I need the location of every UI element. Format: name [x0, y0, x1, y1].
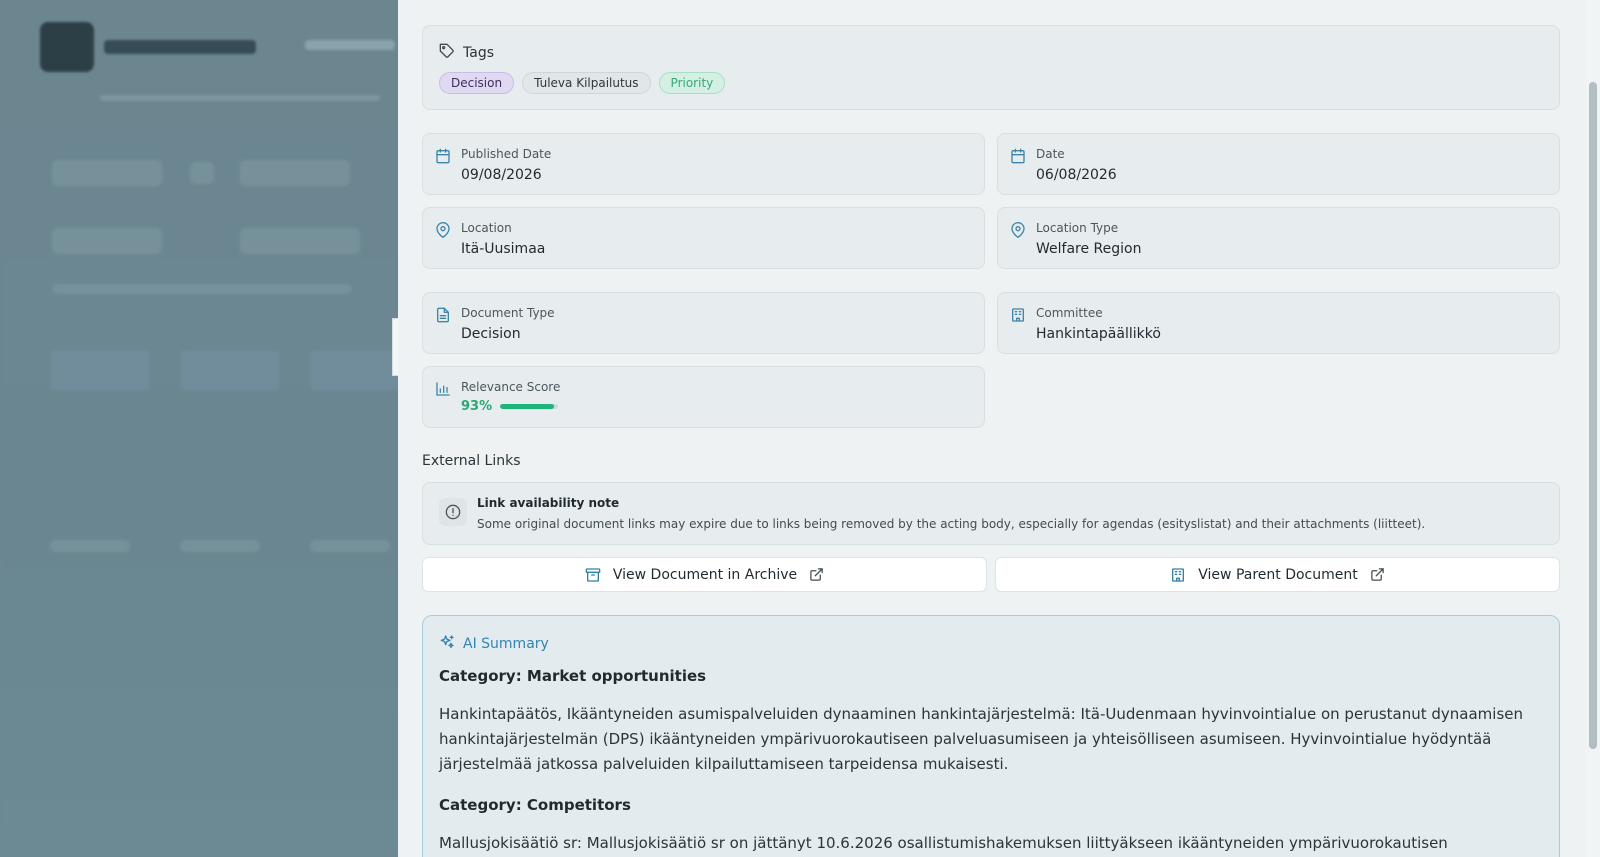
document-type-field: Document Type Decision	[422, 292, 985, 354]
link-availability-note: Link availability note Some original doc…	[422, 482, 1560, 545]
app-nav	[305, 40, 395, 50]
sparkles-icon	[439, 634, 455, 654]
published-date-value: 09/08/2026	[461, 167, 542, 183]
document-type-value: Decision	[461, 326, 521, 342]
filter-block	[52, 284, 352, 294]
tags-card: Tags Decision Tuleva Kilpailutus Priorit…	[422, 25, 1560, 110]
bar-chart-icon	[435, 381, 451, 397]
view-parent-document-label: View Parent Document	[1198, 566, 1358, 583]
drawer-scrollbar[interactable]	[1586, 0, 1600, 857]
location-type-label: Location Type	[1036, 221, 1119, 235]
table-cell	[50, 540, 130, 552]
relevance-score-field: Relevance Score 93%	[422, 366, 985, 428]
table-cell	[180, 540, 260, 552]
published-date-field: Published Date 09/08/2026	[422, 133, 985, 195]
document-type-label: Document Type	[461, 306, 555, 320]
tags-heading: Tags	[439, 43, 494, 63]
location-label: Location	[461, 221, 512, 235]
location-value: Itä-Uusimaa	[461, 241, 546, 257]
date-label: Date	[1036, 147, 1065, 161]
summary-paragraph-competitors: Mallusjokisäätiö sr: Mallusjokisäätiö sr…	[439, 834, 1448, 852]
date-field: Date 06/08/2026	[997, 133, 1560, 195]
filter-block	[52, 228, 162, 254]
ai-summary-card: AI Summary Category: Market opportunitie…	[422, 615, 1560, 857]
date-value: 06/08/2026	[1036, 167, 1117, 183]
tag-tuleva-kilpailutus[interactable]: Tuleva Kilpailutus	[522, 72, 651, 94]
summary-category-market: Category: Market opportunities	[439, 667, 707, 685]
location-field: Location Itä-Uusimaa	[422, 207, 985, 269]
note-title: Link availability note	[477, 496, 620, 510]
tag-icon	[439, 43, 455, 63]
background-app	[0, 0, 400, 857]
note-text: Some original document links may expire …	[477, 517, 1426, 531]
calendar-icon	[435, 148, 451, 164]
view-parent-document-button[interactable]: View Parent Document	[995, 557, 1560, 592]
table-header	[180, 350, 280, 390]
ai-summary-label: AI Summary	[463, 636, 549, 652]
relevance-score-bar	[500, 404, 559, 409]
view-document-archive-label: View Document in Archive	[612, 566, 798, 583]
tag-list: Decision Tuleva Kilpailutus Priority	[439, 72, 726, 94]
table-header	[50, 350, 150, 390]
tags-label: Tags	[463, 45, 494, 61]
filter-block	[52, 160, 162, 186]
table-header	[310, 350, 400, 390]
external-links-heading: External Links	[422, 453, 521, 469]
filter-block	[240, 160, 350, 186]
relevance-score-fill	[500, 404, 555, 409]
building-icon	[1010, 307, 1026, 323]
document-details-drawer: Tags Decision Tuleva Kilpailutus Priorit…	[398, 0, 1600, 857]
map-pin-icon	[1010, 222, 1026, 238]
relevance-score-label: Relevance Score	[461, 380, 561, 394]
summary-category-competitors: Category: Competitors	[439, 796, 631, 814]
app-logo-text	[104, 40, 256, 54]
archive-icon	[585, 567, 601, 583]
tag-priority[interactable]: Priority	[658, 72, 726, 94]
published-date-label: Published Date	[461, 147, 552, 161]
tag-decision[interactable]: Decision	[439, 72, 515, 94]
filter-block	[190, 162, 214, 184]
app-logo	[40, 22, 94, 72]
relevance-score-row: 93%	[461, 399, 559, 414]
view-document-archive-button[interactable]: View Document in Archive	[422, 557, 987, 592]
table-cell	[310, 540, 390, 552]
info-icon	[439, 498, 467, 526]
location-type-value: Welfare Region	[1036, 241, 1142, 257]
external-link-icon	[809, 567, 824, 582]
external-link-icon	[1370, 567, 1385, 582]
calendar-icon	[1010, 148, 1026, 164]
relevance-score-value: 93%	[461, 399, 493, 414]
location-type-field: Location Type Welfare Region	[997, 207, 1560, 269]
committee-field: Committee Hankintapäällikkö	[997, 292, 1560, 354]
committee-value: Hankintapäällikkö	[1036, 326, 1161, 342]
map-pin-icon	[435, 222, 451, 238]
ai-summary-heading: AI Summary	[439, 634, 549, 654]
building-icon	[1170, 567, 1186, 583]
filter-block	[240, 228, 360, 254]
summary-paragraph-market: Hankintapäätös, Ikääntyneiden asumispalv…	[439, 705, 1524, 773]
file-text-icon	[435, 307, 451, 323]
committee-label: Committee	[1036, 306, 1103, 320]
scrollbar-thumb[interactable]	[1589, 82, 1597, 749]
app-subtitle	[100, 95, 380, 101]
